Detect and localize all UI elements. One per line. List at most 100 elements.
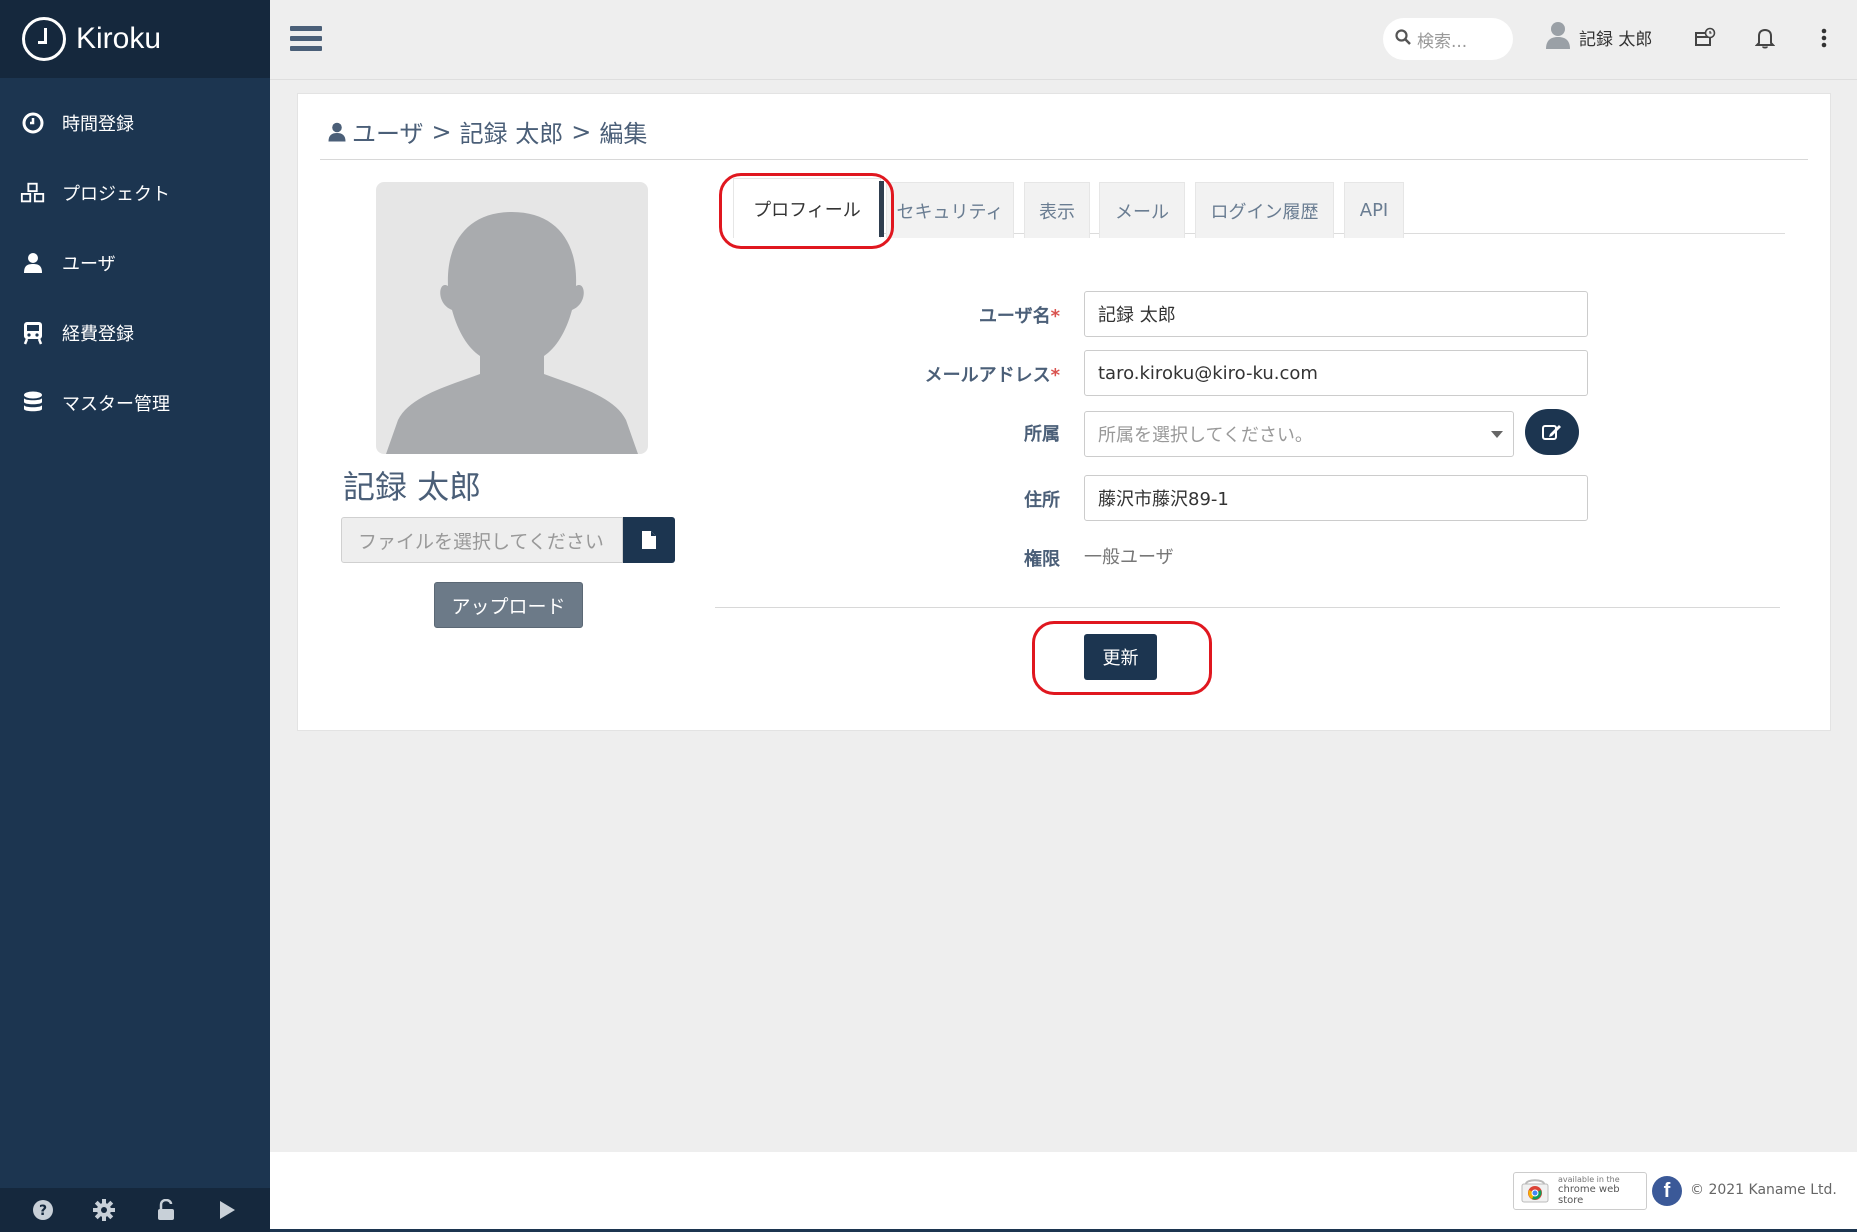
tab-label: API <box>1359 200 1389 221</box>
hamburger-line <box>290 46 322 51</box>
affiliation-select[interactable]: 所属を選択してください。 <box>1084 411 1514 457</box>
sidebar-item-user[interactable]: ユーザ <box>0 228 270 298</box>
affiliation-label: 所属 <box>860 420 1060 446</box>
affiliation-placeholder: 所属を選択してください。 <box>1098 425 1313 446</box>
search-placeholder: 検索... <box>1417 31 1468 52</box>
menu-toggle-button[interactable] <box>290 26 322 52</box>
address-field[interactable]: 藤沢市藤沢89-1 <box>1084 475 1588 521</box>
email-field[interactable]: taro.kiroku@kiro-ku.com <box>1084 350 1588 396</box>
avatar <box>376 182 648 454</box>
sidebar-item-label: ユーザ <box>62 254 116 275</box>
file-input[interactable]: ファイルを選択してください <box>341 517 623 563</box>
chrome-line-2: chrome web store <box>1558 1184 1620 1207</box>
address-value: 藤沢市藤沢89-1 <box>1098 489 1229 510</box>
brand-name: Kiroku <box>76 22 162 55</box>
cubes-icon <box>20 180 46 206</box>
file-placeholder: ファイルを選択してください <box>358 530 604 553</box>
email-value: taro.kiroku@kiro-ku.com <box>1098 362 1318 384</box>
tab-api[interactable]: API <box>1344 182 1404 238</box>
chrome-web-store-icon <box>1520 1178 1550 1204</box>
train-icon <box>20 320 46 346</box>
sidebar-item-expense[interactable]: 経費登録 <box>0 298 270 368</box>
database-icon <box>20 390 46 416</box>
required-mark: * <box>1050 365 1060 386</box>
tab-label: ログイン履歴 <box>1210 201 1319 223</box>
role-value: 一般ユーザ <box>1084 547 1174 568</box>
sidebar-item-time[interactable]: 時間登録 <box>0 88 270 158</box>
sidebar: Kiroku 時間登録 プロジェクト ユーザ 経費登録 マスター管理 ? <box>0 0 270 1232</box>
update-button-label: 更新 <box>1102 648 1139 669</box>
edit-icon <box>1542 423 1562 441</box>
username-value: 記録 太郎 <box>1098 305 1176 326</box>
sidebar-item-label: プロジェクト <box>62 184 170 205</box>
sidebar-nav: 時間登録 プロジェクト ユーザ 経費登録 マスター管理 <box>0 88 270 438</box>
play-icon[interactable] <box>215 1198 239 1222</box>
update-button[interactable]: 更新 <box>1084 634 1157 680</box>
tab-mail[interactable]: メール <box>1099 182 1185 238</box>
breadcrumb-item[interactable]: ユーザ <box>352 114 424 149</box>
user-icon <box>328 122 346 142</box>
tab-security[interactable]: セキュリティ <box>886 182 1014 238</box>
tab-label: プロフィール <box>753 199 861 221</box>
tab-login-history[interactable]: ログイン履歴 <box>1195 182 1334 238</box>
hamburger-line <box>290 26 322 31</box>
clock-icon <box>20 110 46 136</box>
file-icon <box>642 531 656 549</box>
profile-name: 記録 太郎 <box>343 468 482 506</box>
chrome-line-1: available in the <box>1558 1174 1620 1184</box>
chevron-down-icon <box>1491 431 1503 438</box>
sidebar-item-label: 経費登録 <box>62 324 134 345</box>
svg-text:?: ? <box>39 1203 47 1219</box>
required-mark: * <box>1050 306 1060 327</box>
tab-display[interactable]: 表示 <box>1024 182 1090 238</box>
username-label-text: ユーザ名 <box>978 306 1051 327</box>
more-vertical-icon[interactable] <box>1810 24 1838 52</box>
facebook-icon[interactable]: f <box>1652 1176 1682 1206</box>
sidebar-item-master[interactable]: マスター管理 <box>0 368 270 438</box>
lock-icon[interactable] <box>154 1198 178 1222</box>
clock-logo-icon <box>22 17 66 61</box>
affiliation-label-text: 所属 <box>1024 424 1060 445</box>
tab-label: セキュリティ <box>896 201 1004 223</box>
user-edit-card: ユーザ > 記録 太郎 > 編集 記録 太郎 ファイルを選択してください アップ… <box>297 93 1831 731</box>
tab-label: メール <box>1115 201 1169 223</box>
user-menu[interactable]: 記録 太郎 <box>1545 20 1652 54</box>
user-icon <box>20 250 46 276</box>
active-tab-indicator <box>879 181 884 237</box>
breadcrumb-separator: > <box>571 117 592 146</box>
tab-profile[interactable]: プロフィール <box>733 178 884 238</box>
chrome-web-store-badge[interactable]: available in the chrome web store <box>1513 1172 1647 1210</box>
default-avatar-icon <box>386 212 638 454</box>
file-browse-button[interactable] <box>623 517 675 563</box>
upload-button[interactable]: アップロード <box>434 582 583 628</box>
bell-icon[interactable] <box>1751 24 1779 52</box>
sidebar-footer: ? <box>0 1188 270 1232</box>
sidebar-item-project[interactable]: プロジェクト <box>0 158 270 228</box>
topbar: 検索... 記録 太郎 <box>270 0 1857 80</box>
footer: available in the chrome web store f © 20… <box>270 1152 1857 1232</box>
username-field[interactable]: 記録 太郎 <box>1084 291 1588 337</box>
role-label-text: 権限 <box>1024 549 1060 570</box>
sidebar-item-label: マスター管理 <box>62 394 170 415</box>
role-label: 権限 <box>860 545 1060 571</box>
search-input[interactable]: 検索... <box>1383 18 1513 60</box>
edit-affiliation-button[interactable] <box>1525 409 1579 455</box>
breadcrumb: ユーザ > 記録 太郎 > 編集 <box>328 114 647 149</box>
tab-bar: プロフィール セキュリティ 表示 メール ログイン履歴 API <box>733 178 1785 238</box>
sidebar-item-label: 時間登録 <box>62 114 134 135</box>
chrome-web-store-text: available in the chrome web store <box>1558 1174 1646 1207</box>
divider <box>320 159 1808 160</box>
brand[interactable]: Kiroku <box>0 0 270 78</box>
schedule-icon[interactable] <box>1691 24 1719 52</box>
user-name: 記録 太郎 <box>1579 29 1653 50</box>
avatar-icon <box>1545 20 1571 54</box>
breadcrumb-item[interactable]: 記録 太郎 <box>460 114 564 149</box>
divider <box>715 607 1780 608</box>
help-icon[interactable]: ? <box>31 1198 55 1222</box>
address-label: 住所 <box>860 486 1060 512</box>
search-icon <box>1395 29 1411 49</box>
breadcrumb-item: 編集 <box>599 120 648 148</box>
settings-icon[interactable] <box>92 1198 116 1222</box>
breadcrumb-separator: > <box>431 117 452 146</box>
facebook-letter: f <box>1663 1179 1671 1202</box>
